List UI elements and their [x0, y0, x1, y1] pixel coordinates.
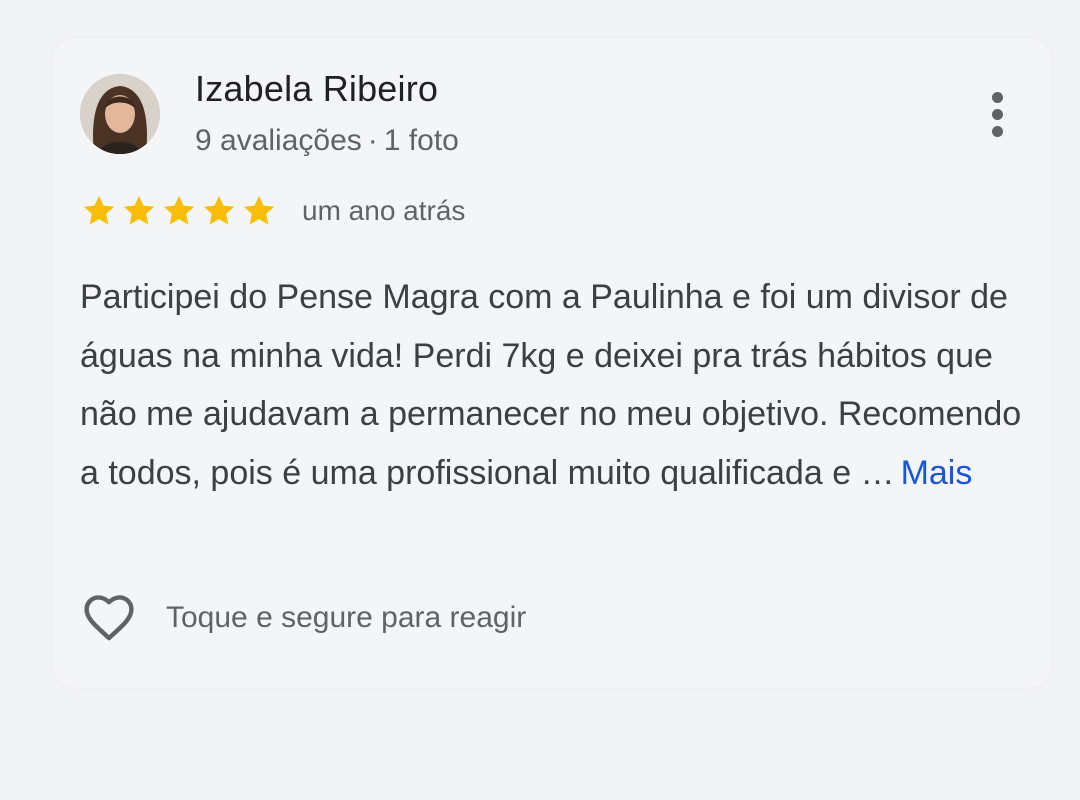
author-avatar[interactable]	[80, 74, 160, 154]
heart-outline-icon[interactable]	[80, 590, 138, 646]
more-options-button[interactable]	[972, 84, 1022, 144]
review-time: um ano atrás	[302, 195, 466, 226]
author-stats: 9 avaliações · 1 foto	[195, 124, 459, 158]
more-vert-icon-dot	[991, 125, 1003, 137]
author-name[interactable]: Izabela Ribeiro	[195, 68, 438, 110]
reaction-hint: Toque e segure para reagir	[166, 601, 527, 634]
more-link[interactable]: Mais	[901, 454, 973, 492]
review-text: Participei do Pense Magra com a Paulinha…	[80, 278, 1022, 492]
review-body: Participei do Pense Magra com a Paulinha…	[80, 268, 1040, 502]
star-icon	[123, 195, 155, 225]
more-vert-icon-dot	[991, 108, 1003, 120]
star-icon	[203, 195, 235, 225]
star-icon	[243, 195, 275, 225]
rating-row: um ano atrás	[80, 192, 465, 230]
photos-count: 1 foto	[383, 124, 459, 157]
profile-photo-icon	[80, 74, 160, 154]
meta-separator: ·	[367, 124, 378, 157]
reviews-count: 9 avaliações	[195, 124, 362, 157]
more-vert-icon-dot	[991, 91, 1003, 103]
reaction-row: Toque e segure para reagir	[80, 588, 526, 648]
star-rating	[80, 192, 278, 230]
star-icon	[83, 195, 115, 225]
star-icon	[163, 195, 195, 225]
